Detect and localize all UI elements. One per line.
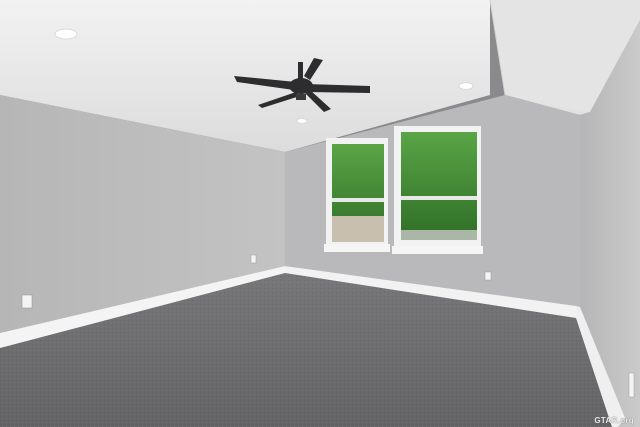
recessed-light-2 [458, 82, 474, 90]
outlet-back-right [484, 271, 492, 281]
room-photo [0, 0, 640, 427]
outlet-right [628, 372, 635, 398]
recessed-light-1 [54, 28, 78, 40]
window-right [392, 126, 483, 254]
outlet-left [21, 294, 33, 309]
window-left [324, 138, 390, 252]
outlet-back-left [250, 254, 257, 264]
watermark: GTAR.org [594, 416, 634, 425]
recessed-light-3 [296, 118, 308, 124]
